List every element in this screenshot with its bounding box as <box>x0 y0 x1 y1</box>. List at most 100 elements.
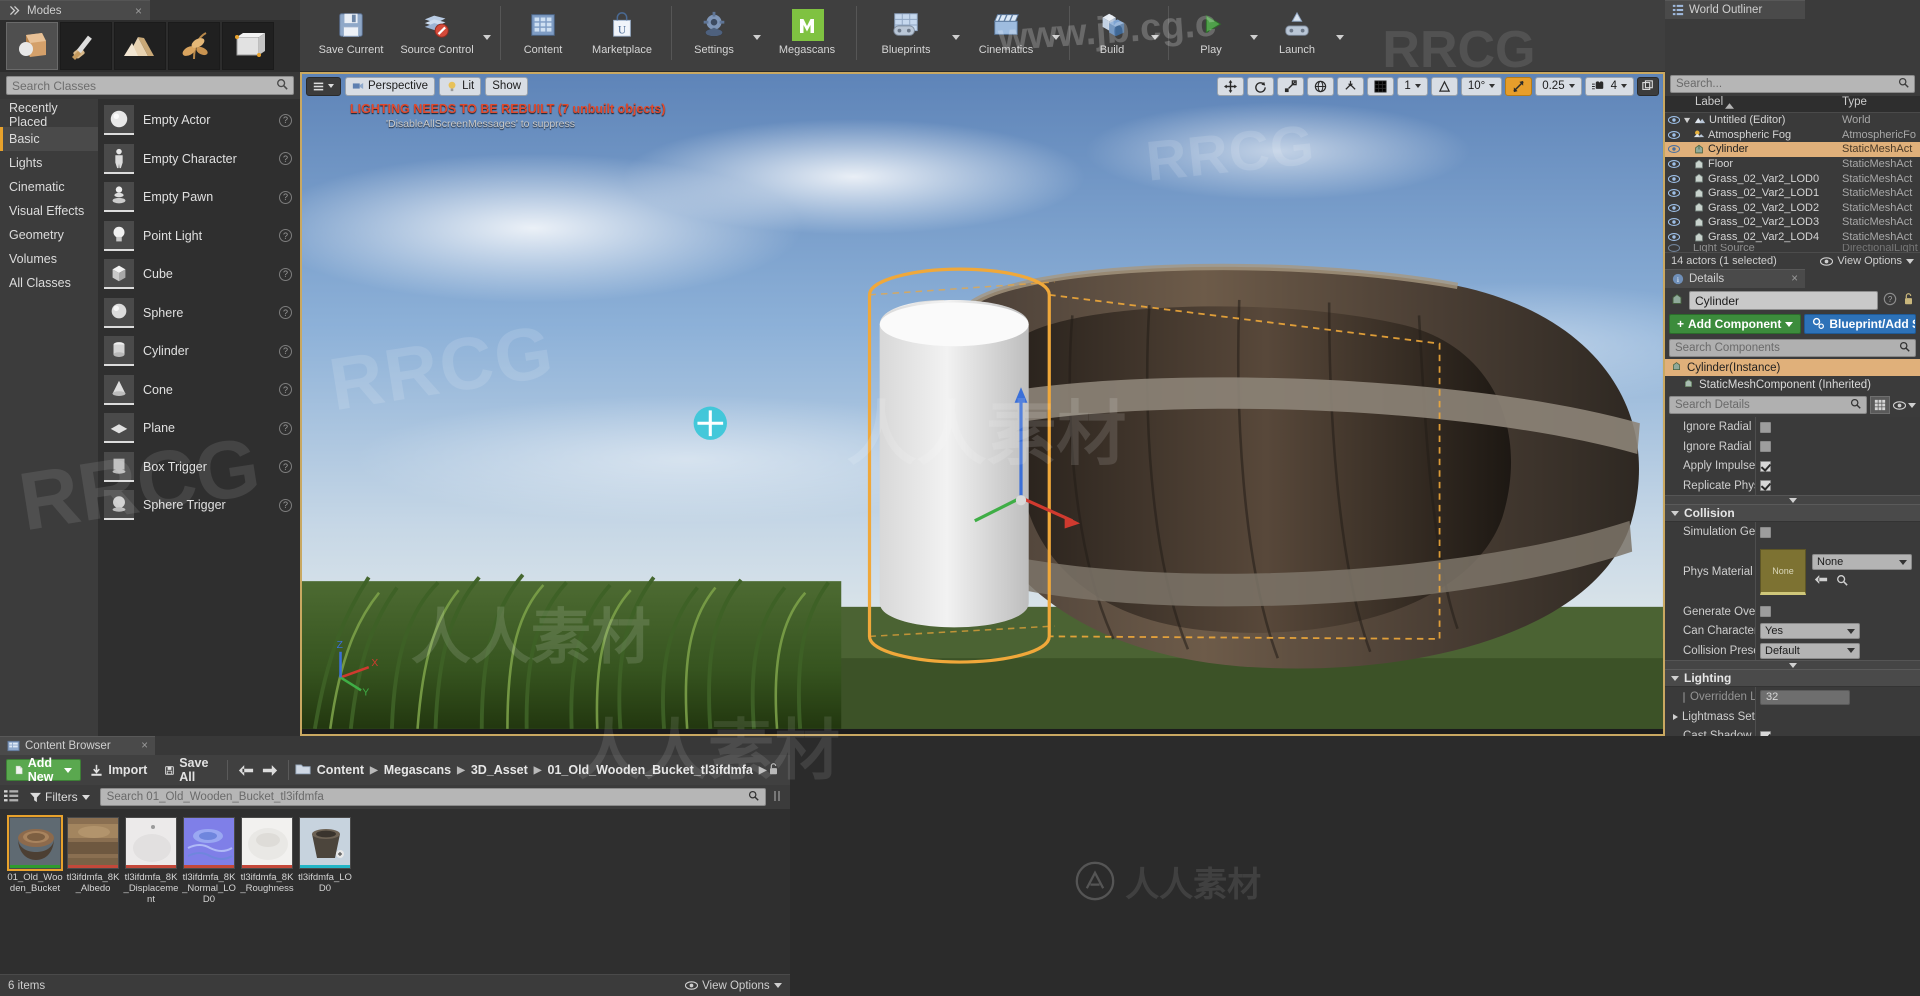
help-icon[interactable]: ? <box>279 229 292 243</box>
category-recently-placed[interactable]: Recently Placed <box>0 101 98 129</box>
category-geometry[interactable]: Geometry <box>0 223 98 247</box>
property-row[interactable]: Lightmass Settin <box>1665 706 1920 727</box>
property-row[interactable]: Can Character St Yes <box>1665 621 1920 641</box>
content-browser-tab[interactable]: Content Browser × <box>0 736 155 755</box>
table-row[interactable]: Light Source DirectionalLight <box>1665 244 1920 252</box>
property-row[interactable]: Ignore Radial Imp <box>1665 417 1920 437</box>
search-details-input[interactable]: Search Details <box>1669 396 1867 415</box>
close-icon[interactable]: × <box>1791 273 1798 285</box>
world-space-button[interactable] <box>1307 76 1335 96</box>
grid-snap-toggle[interactable] <box>1367 76 1395 96</box>
table-row[interactable]: Grass_02_Var2_LOD1 StaticMeshAct <box>1665 186 1920 201</box>
visibility-eye-icon[interactable] <box>1665 233 1682 241</box>
settings-button[interactable]: Settings <box>678 4 750 66</box>
outliner-search-input[interactable]: Search... <box>1670 75 1915 93</box>
list-item[interactable]: Cylinder ? <box>98 332 300 371</box>
level-viewport[interactable]: X Y Z Perspective Lit Show 1 10° 0.25 4 … <box>300 72 1665 736</box>
list-item[interactable]: Sphere Trigger ? <box>98 486 300 525</box>
mode-tab-place[interactable] <box>6 22 58 70</box>
category-cinematic[interactable]: Cinematic <box>0 175 98 199</box>
megascans-button[interactable]: Megascans <box>764 4 850 66</box>
actor-name-input[interactable]: Cylinder <box>1689 291 1878 311</box>
details-grid-view-button[interactable] <box>1870 396 1890 415</box>
list-item[interactable]: Sphere ? <box>98 294 300 333</box>
breadcrumb-bucket[interactable]: 01_Old_Wooden_Bucket_tl3ifdmfa <box>548 763 753 777</box>
section-expander[interactable] <box>1665 660 1920 670</box>
cinematics-dropdown[interactable] <box>1049 4 1063 66</box>
help-icon[interactable]: ? <box>279 383 292 397</box>
help-icon[interactable]: ? <box>279 152 292 166</box>
table-row[interactable]: Grass_02_Var2_LOD4 StaticMeshAct <box>1665 230 1920 245</box>
overridden-light-map-res-input[interactable]: 32 <box>1760 689 1850 705</box>
grid-size-dropdown[interactable]: 1 <box>1397 76 1428 96</box>
help-icon[interactable]: ? <box>279 113 292 127</box>
table-row[interactable]: Floor StaticMeshAct <box>1665 157 1920 172</box>
content-button[interactable]: Content <box>507 4 579 66</box>
property-row[interactable]: Apply Impulse on <box>1665 456 1920 476</box>
outliner-col-type[interactable]: Type <box>1842 96 1920 112</box>
property-row[interactable]: Replicate Physic <box>1665 475 1920 496</box>
maximize-viewport-button[interactable] <box>1637 76 1659 96</box>
checkbox[interactable] <box>1760 441 1771 453</box>
category-basic[interactable]: Basic <box>0 127 98 151</box>
mode-tab-foliage[interactable] <box>168 22 220 70</box>
visibility-eye-icon[interactable] <box>1665 174 1682 183</box>
table-row[interactable]: Atmospheric Fog AtmosphericFo <box>1665 128 1920 143</box>
visibility-eye-icon[interactable] <box>1665 203 1682 212</box>
checkbox[interactable] <box>1760 526 1771 538</box>
close-icon[interactable]: × <box>135 4 142 18</box>
help-icon[interactable]: ? <box>279 421 292 435</box>
checkbox[interactable] <box>1760 460 1771 472</box>
checkbox[interactable] <box>1760 480 1771 492</box>
search-components-input[interactable]: Search Components <box>1669 339 1916 358</box>
content-lock-icon[interactable] <box>767 762 780 779</box>
phys-material-thumbnail[interactable]: None <box>1760 548 1806 595</box>
camera-speed-button[interactable]: 4 <box>1584 76 1634 96</box>
visibility-eye-icon[interactable] <box>1665 116 1682 125</box>
mode-tab-landscape[interactable] <box>114 22 166 70</box>
help-icon[interactable]: ? <box>279 498 292 512</box>
collision-presets-dropdown[interactable]: Default <box>1760 642 1860 659</box>
visibility-eye-icon[interactable] <box>1665 130 1682 139</box>
source-control-button[interactable]: Source Control <box>394 4 480 66</box>
component-row-staticmeshcomponent[interactable]: StaticMeshComponent (Inherited) <box>1665 376 1920 393</box>
launch-dropdown[interactable] <box>1333 4 1347 66</box>
scale-snap-dropdown[interactable]: 0.25 <box>1535 76 1582 96</box>
category-visual-effects[interactable]: Visual Effects <box>0 199 98 223</box>
outliner-view-options-button[interactable]: View Options <box>1820 255 1914 267</box>
component-row-cylinder-instance[interactable]: Cylinder(Instance) <box>1665 359 1920 377</box>
launch-button[interactable]: Launch <box>1261 4 1333 66</box>
table-row[interactable]: Grass_02_Var2_LOD3 StaticMeshAct <box>1665 215 1920 230</box>
translate-mode-button[interactable] <box>1217 76 1245 96</box>
viewport-options-button[interactable] <box>306 76 341 96</box>
blueprints-dropdown[interactable] <box>949 4 963 66</box>
asset-tile[interactable]: tl3ifdmfa_8K_Roughness <box>238 817 296 894</box>
list-item[interactable]: Cube ? <box>98 255 300 294</box>
import-button[interactable]: Import <box>81 759 156 781</box>
table-row[interactable]: Cylinder StaticMeshAct <box>1665 142 1920 157</box>
list-item[interactable]: Empty Actor ? <box>98 101 300 140</box>
details-tab[interactable]: i Details × <box>1665 269 1805 289</box>
lock-icon[interactable] <box>1902 292 1915 309</box>
angle-snap-dropdown[interactable]: 10° <box>1460 76 1503 96</box>
content-search-input[interactable]: Search 01_Old_Wooden_Bucket_tl3ifdmfa <box>99 788 766 806</box>
category-volumes[interactable]: Volumes <box>0 247 98 271</box>
rotate-mode-button[interactable] <box>1247 76 1275 96</box>
marketplace-button[interactable]: U Marketplace <box>579 4 665 66</box>
scale-snap-toggle[interactable] <box>1505 76 1533 96</box>
help-icon[interactable]: ? <box>279 460 292 474</box>
cinematics-button[interactable]: Cinematics <box>963 4 1049 66</box>
content-collapse-handle[interactable] <box>772 790 786 805</box>
checkbox[interactable] <box>1760 606 1771 618</box>
help-icon[interactable]: ? <box>279 190 292 204</box>
filters-button[interactable]: Filters <box>26 790 94 804</box>
property-row-phys-material[interactable]: Phys Material Ov None None <box>1665 541 1920 602</box>
can-character-step-dropdown[interactable]: Yes <box>1760 623 1860 640</box>
property-row[interactable]: Collision Presets Default <box>1665 640 1920 661</box>
property-row[interactable]: Cast Shadow <box>1665 726 1920 736</box>
close-icon[interactable]: × <box>141 740 148 752</box>
mode-tab-paint[interactable] <box>60 22 112 70</box>
settings-dropdown[interactable] <box>750 4 764 66</box>
angle-snap-toggle[interactable] <box>1430 76 1458 96</box>
scale-mode-button[interactable] <box>1277 76 1305 96</box>
